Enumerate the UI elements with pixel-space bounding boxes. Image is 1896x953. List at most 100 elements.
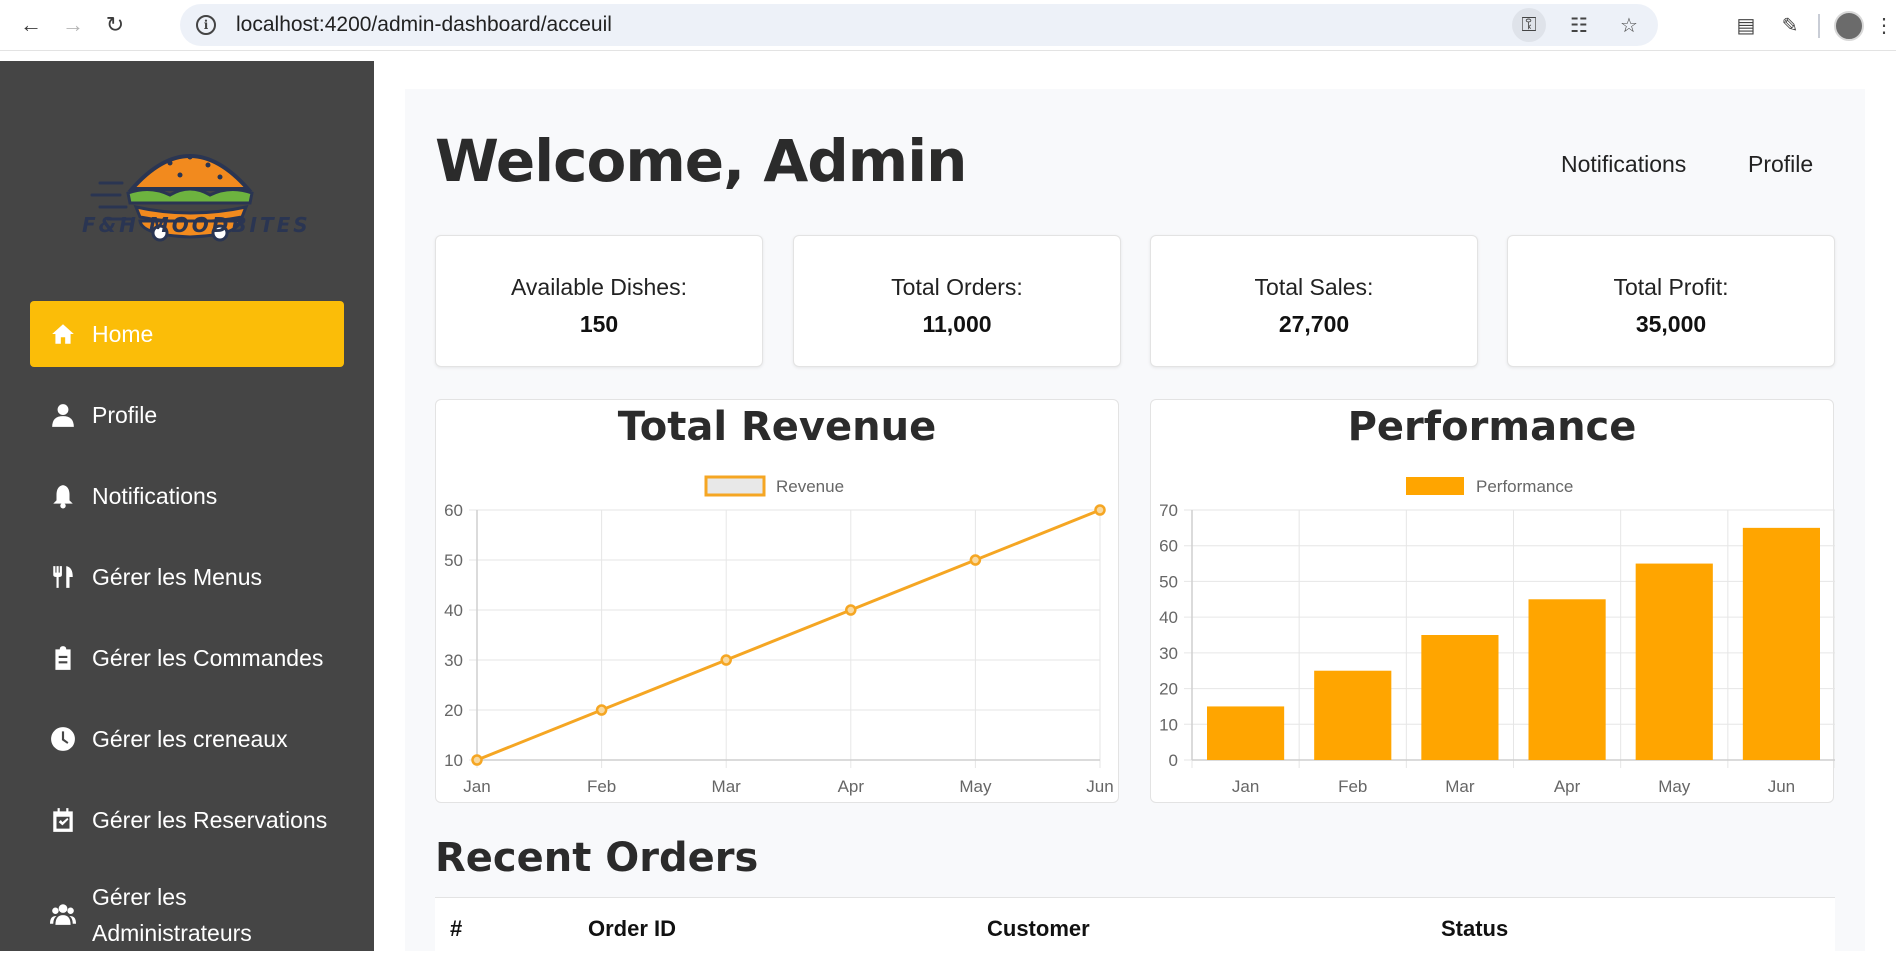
stat-card-total-sales: Total Sales: 27,700: [1150, 235, 1478, 367]
x-tick-label: Jan: [463, 777, 490, 796]
bar: [1314, 670, 1392, 760]
extensions-icon[interactable]: ✎: [1768, 4, 1812, 48]
stat-value: 11,000: [922, 311, 992, 337]
sidebar-item-profile[interactable]: Profile: [30, 382, 344, 448]
sidebar-item-label: Home: [92, 320, 154, 347]
legend-label: Performance: [1476, 477, 1573, 496]
sidebar-item-label: Gérer les Menus: [92, 563, 263, 590]
sidebar-item-label: Gérer les Commandes: [92, 644, 324, 671]
x-tick-label: Jun: [1086, 777, 1113, 796]
y-tick-label: 40: [444, 601, 463, 620]
users-icon: [48, 899, 78, 929]
bar: [1635, 563, 1713, 760]
clipboard-icon: [48, 643, 78, 673]
main-content: Welcome, Admin Notifications Profile Ava…: [405, 89, 1865, 953]
sidebar-item-notifications[interactable]: Notifications: [30, 463, 344, 529]
chart-title: Total Revenue: [617, 404, 937, 450]
bar: [1207, 706, 1285, 760]
sidebar-item-administrateurs[interactable]: Gérer les Administrateurs: [30, 871, 344, 951]
bell-icon: [48, 481, 78, 511]
sidebar-item-reservations[interactable]: Gérer les Reservations: [30, 787, 344, 853]
kebab-menu-icon[interactable]: ⋮: [1872, 4, 1896, 48]
url-text[interactable]: localhost:4200/admin-dashboard/acceuil: [236, 13, 612, 37]
y-tick-label: 20: [1159, 680, 1178, 699]
stat-card-available-dishes: Available Dishes: 150: [435, 235, 763, 367]
y-tick-label: 10: [444, 751, 463, 770]
column-header-customer[interactable]: Customer: [987, 916, 1090, 942]
sidebar-item-label-line2: Administrateurs: [92, 920, 252, 946]
x-tick-label: Jan: [1232, 777, 1259, 796]
y-tick-label: 0: [1169, 751, 1178, 770]
sidebar-item-label: Gérer les Administrateurs: [92, 879, 252, 951]
x-tick-label: Mar: [712, 777, 742, 796]
bar: [1742, 527, 1820, 760]
sidebar-item-label: Profile: [92, 401, 158, 428]
stat-value: 35,000: [1635, 311, 1707, 337]
logo-text: F&H MOODBITES: [82, 213, 311, 237]
x-tick-label: Feb: [1338, 777, 1367, 796]
column-header-number[interactable]: #: [450, 916, 462, 942]
column-header-order-id[interactable]: Order ID: [588, 916, 676, 942]
page-title: Welcome, Admin: [435, 127, 967, 195]
revenue-line: [476, 508, 1101, 762]
sidebar-item-label: Notifications: [92, 482, 218, 509]
legend-swatch: [1406, 477, 1464, 495]
revenue-chart: 10 20 30 40 50 60 Jan Feb Mar Apr May Jun Revenue: [444, 475, 1114, 796]
sidebar-item-label: Gérer les creneaux: [92, 725, 288, 752]
reading-list-icon[interactable]: ▤: [1724, 4, 1768, 48]
x-tick-label: Apr: [1554, 777, 1581, 796]
profile-link[interactable]: Profile: [1748, 151, 1813, 178]
legend-swatch: [704, 475, 766, 497]
legend-label: Revenue: [776, 477, 844, 496]
sidebar-item-creneaux[interactable]: Gérer les creneaux: [30, 706, 344, 772]
data-point: [471, 754, 483, 766]
x-tick-label: May: [1658, 777, 1691, 796]
data-point: [1094, 504, 1106, 516]
chart-title: Performance: [1347, 404, 1637, 450]
stat-card-total-orders: Total Orders: 11,000: [793, 235, 1121, 367]
bar: [1421, 635, 1499, 760]
sidebar: F&H MOODBITES Home Profile Notifications…: [0, 61, 374, 951]
bar: [1528, 599, 1606, 760]
y-tick-label: 30: [444, 651, 463, 670]
translate-icon[interactable]: ☷: [1562, 8, 1596, 42]
profile-avatar[interactable]: [1834, 10, 1864, 41]
info-icon[interactable]: i: [196, 15, 216, 35]
orders-table-header: # Order ID Customer Status: [435, 897, 1835, 953]
y-tick-label: 20: [444, 701, 463, 720]
sidebar-item-menus[interactable]: Gérer les Menus: [30, 544, 344, 610]
sidebar-item-home[interactable]: Home: [30, 301, 344, 367]
x-tick-label: Jun: [1768, 777, 1795, 796]
browser-toolbar: ← → ↻ i localhost:4200/admin-dashboard/a…: [0, 0, 1896, 51]
stat-card-total-profit: Total Profit: 35,000: [1507, 235, 1835, 367]
revenue-chart-card: 10 20 30 40 50 60 Jan Feb Mar Apr May Jun Revenue To…: [435, 399, 1119, 803]
calendar-check-icon: [48, 805, 78, 835]
y-tick-label: 10: [1159, 715, 1178, 734]
y-tick-label: 30: [1159, 644, 1178, 663]
x-tick-label: Mar: [1445, 777, 1475, 796]
y-tick-label: 60: [1159, 537, 1178, 556]
x-tick-label: Feb: [587, 777, 616, 796]
reload-icon[interactable]: ↻: [96, 6, 134, 44]
toolbar-separator: [1818, 13, 1820, 38]
data-point: [595, 704, 608, 716]
forward-arrow-icon[interactable]: →: [54, 6, 92, 44]
stat-value: 150: [579, 311, 619, 337]
column-header-status[interactable]: Status: [1441, 916, 1508, 942]
stat-label: Total Orders:: [891, 274, 1023, 300]
address-bar[interactable]: i localhost:4200/admin-dashboard/acceuil…: [180, 4, 1658, 46]
utensils-icon: [48, 562, 78, 592]
recent-orders-title: Recent Orders: [435, 835, 759, 881]
stat-label: Total Profit:: [1613, 274, 1729, 300]
data-point: [969, 554, 982, 566]
sidebar-item-commandes[interactable]: Gérer les Commandes: [30, 625, 344, 691]
stat-value: 27,700: [1278, 311, 1350, 337]
stat-label: Available Dishes:: [510, 274, 687, 300]
key-icon[interactable]: ⚿: [1512, 8, 1546, 42]
home-icon: [48, 319, 78, 349]
notifications-link[interactable]: Notifications: [1561, 151, 1686, 178]
star-icon[interactable]: ☆: [1612, 8, 1646, 42]
y-tick-label: 50: [444, 551, 463, 570]
sidebar-item-label-line1: Gérer les: [92, 884, 187, 910]
back-arrow-icon[interactable]: ←: [12, 6, 50, 44]
